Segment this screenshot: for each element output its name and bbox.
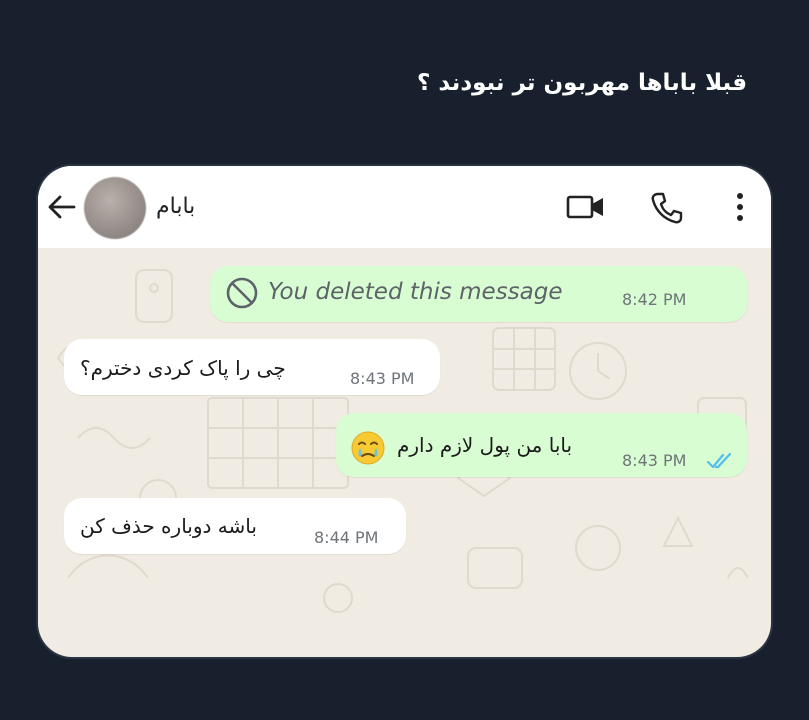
chat-header: بابام (38, 166, 771, 248)
caption-title: قبلا باباها مهربون تر نبودند ؟ (417, 70, 747, 96)
message-bubble-outgoing[interactable]: بابا من پول لازم دارم 8:43 PM (336, 413, 747, 477)
chat-screenshot: بابام You deleted this message 8:42 PM چ… (38, 166, 771, 657)
chat-area: You deleted this message 8:42 PM چی را پ… (38, 248, 771, 657)
contact-name[interactable]: بابام (156, 194, 195, 219)
message-bubble-outgoing[interactable]: You deleted this message 8:42 PM (210, 266, 747, 322)
message-time: 8:43 PM (622, 451, 687, 470)
face-holding-back-tears-icon (351, 431, 385, 465)
message-time: 8:43 PM (350, 369, 415, 388)
message-time: 8:42 PM (622, 290, 687, 309)
message-bubble-incoming[interactable]: باشه دوباره حذف کن 8:44 PM (64, 498, 406, 554)
message-time: 8:44 PM (314, 528, 379, 547)
message-text: You deleted this message (268, 279, 563, 305)
video-call-icon[interactable] (566, 192, 606, 222)
deleted-icon (226, 277, 258, 309)
message-bubble-incoming[interactable]: چی را پاک کردی دخترم؟ 8:43 PM (64, 339, 440, 395)
avatar[interactable] (84, 177, 146, 239)
back-arrow-icon[interactable] (46, 193, 78, 221)
message-text: بابا من پول لازم دارم (397, 433, 573, 457)
message-text: چی را پاک کردی دخترم؟ (80, 356, 286, 380)
message-text: باشه دوباره حذف کن (80, 514, 257, 538)
voice-call-icon[interactable] (649, 190, 685, 226)
double-check-icon (706, 452, 732, 469)
more-options-icon[interactable] (728, 188, 752, 226)
